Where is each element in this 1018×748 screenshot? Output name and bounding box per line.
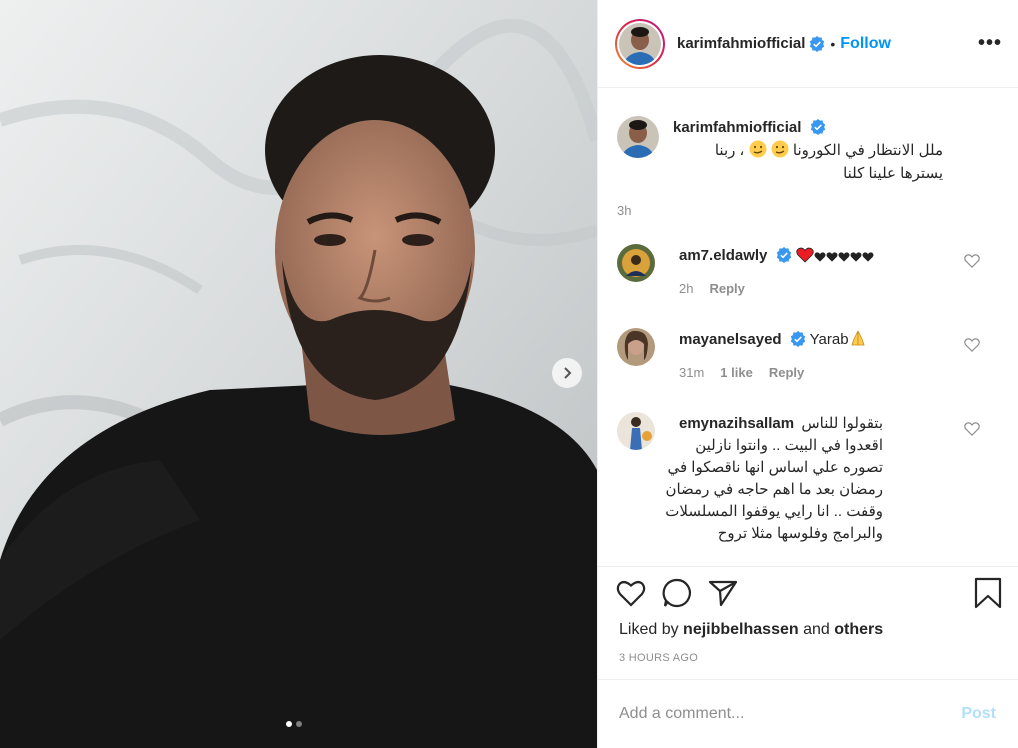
share-send-icon[interactable] [708,579,738,607]
verified-badge-icon [810,35,825,52]
post-timestamp[interactable]: 3 HOURS AGO [598,639,1018,664]
comment-icon[interactable] [662,578,692,608]
post-caption: karimfahmiofficial ملل الانتظار في الكور… [617,116,1002,218]
black-heart-icon [838,252,850,262]
black-heart-icon [862,252,874,262]
liked-by-others[interactable]: others [834,621,883,638]
post-photo[interactable] [0,0,597,748]
comment-text-line: وقفت .. انا رايي يوقفوا المسلسلات [665,503,883,520]
follow-button[interactable]: Follow [840,35,891,53]
add-comment-bar: Post [598,679,1018,748]
black-heart-icon [850,252,862,262]
comment-time: 31m [679,365,705,380]
comment-username[interactable]: am7.eldawly [679,247,767,264]
liked-by-and: and [803,621,830,638]
comment-username[interactable]: emynazihsallam [679,415,794,432]
commenter-avatar[interactable] [617,244,655,282]
comment-text-line: والبرامج وفلوسها مثلا تروح [717,525,883,542]
caption-text-line2: يسترها علينا كلنا [843,165,943,182]
add-comment-input[interactable] [619,705,962,723]
liked-by-prefix: Liked by [619,621,679,638]
verified-badge-icon [810,119,825,135]
like-heart-icon[interactable] [616,579,646,607]
carousel-indicator [286,721,302,727]
next-photo-button[interactable] [552,358,582,388]
caption-text-suffix: ، ربنا [714,142,745,159]
commenter-avatar[interactable] [617,328,655,366]
comment-username[interactable]: mayanelsayed [679,331,782,348]
comment-hearts [796,247,874,264]
more-options-icon[interactable]: ••• [978,32,1002,55]
header-separator: • [830,35,836,52]
comments-list: karimfahmiofficial ملل الانتظار في الكور… [598,89,1018,565]
comment-text: Yarab [809,331,849,348]
comment-item: emynazihsallam بتقولوا للناس اقعدوا في ا… [617,412,1002,545]
reply-button[interactable]: Reply [769,365,804,380]
caption-time: 3h [617,203,632,218]
liked-by-user[interactable]: nejibbelhassen [683,621,799,638]
author-username[interactable]: karimfahmiofficial [677,35,805,52]
red-heart-icon [796,247,814,263]
liked-by-text: Liked by nejibbelhassen and others [598,609,1018,639]
author-avatar-ring[interactable] [615,18,665,69]
post-comment-button[interactable]: Post [961,705,996,723]
comment-time: 2h [679,281,694,296]
carousel-dot-active [286,721,292,727]
comment-item: mayanelsayed Yarab 31m 1 like Reply [617,328,1002,380]
verified-badge-icon [790,331,805,347]
comment-text-line: اقعدوا في البيت .. وانتوا نازلين [695,437,883,454]
like-comment-heart-icon[interactable] [964,254,980,268]
post-actions: Liked by nejibbelhassen and others 3 HOU… [598,566,1018,678]
post-sidebar: karimfahmiofficial • Follow ••• karimfah… [597,0,1018,748]
comment-likes-count[interactable]: 1 like [720,365,753,380]
like-comment-heart-icon[interactable] [964,338,980,352]
comment-item: am7.eldawly 2h Reply [617,244,1002,296]
selfie-image [0,0,597,748]
like-comment-heart-icon[interactable] [964,422,980,436]
carousel-dot [296,721,302,727]
chevron-right-icon [564,367,572,379]
smirk-emoji-icon [771,140,789,158]
caption-username[interactable]: karimfahmiofficial [673,119,801,136]
save-bookmark-icon[interactable] [974,577,1002,609]
comment-text-line: رمضان بعد ما اهم حاجه في رمضان [665,481,883,498]
verified-badge-icon [776,247,791,263]
black-heart-icon [814,252,826,262]
caption-text: ملل الانتظار في الكورونا [792,142,943,159]
black-heart-icon [826,252,838,262]
reply-button[interactable]: Reply [709,281,744,296]
author-avatar [619,22,661,65]
post-header: karimfahmiofficial • Follow ••• [598,0,1018,88]
comment-text-line: تصوره علي اساس انها ناقصكوا في [667,459,883,476]
smirk-emoji-icon [749,140,767,158]
folded-hands-emoji-icon [851,330,865,346]
